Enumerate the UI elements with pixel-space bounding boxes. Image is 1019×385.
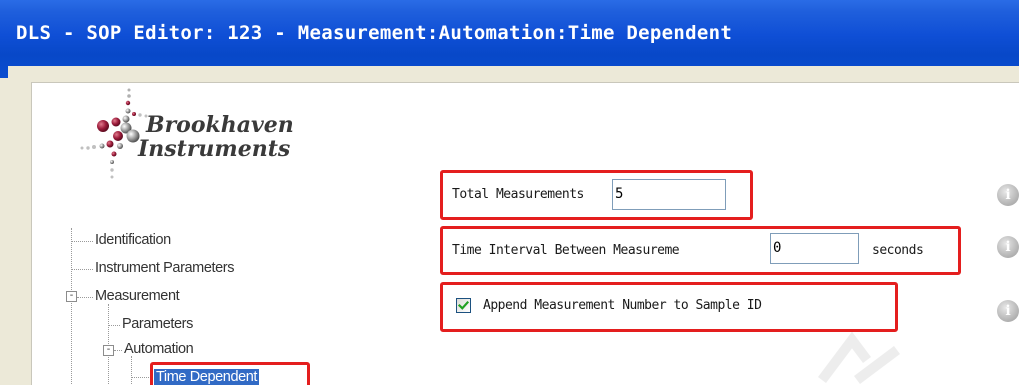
total-measurements-label: Total Measurements (452, 187, 584, 202)
tree-item-measurement[interactable]: Measurement (95, 288, 180, 304)
logo-dots-icon (80, 88, 148, 179)
logo-line-2: Instruments (138, 136, 291, 162)
tree-item-parameters[interactable]: Parameters (122, 316, 193, 332)
tree-selection-highlight (150, 362, 310, 385)
brookhaven-logo: Brookhaven Instruments (58, 86, 328, 196)
append-number-checkbox[interactable] (456, 298, 471, 313)
watermark-graphic (818, 331, 900, 384)
append-number-info-icon[interactable]: i (997, 300, 1019, 322)
collapse-automation-icon[interactable]: - (103, 345, 114, 356)
seconds-unit-label: seconds (872, 243, 924, 258)
checkmark-icon (457, 300, 470, 310)
logo-line-1: Brookhaven (146, 112, 294, 138)
time-interval-input[interactable]: 0 (770, 233, 859, 264)
time-interval-label: Time Interval Between Measureme (452, 243, 680, 258)
collapse-measurement-icon[interactable]: - (66, 291, 77, 302)
tree-item-automation[interactable]: Automation (124, 341, 194, 357)
tree-item-instrument-parameters[interactable]: Instrument Parameters (95, 260, 234, 276)
time-interval-info-icon[interactable]: i (997, 236, 1019, 258)
total-measurements-info-icon[interactable]: i (997, 184, 1019, 206)
append-number-label: Append Measurement Number to Sample ID (483, 298, 762, 313)
total-measurements-input[interactable]: 5 (612, 179, 726, 210)
tree-item-identification[interactable]: Identification (95, 232, 171, 248)
window-title: DLS - SOP Editor: 123 - Measurement:Auto… (16, 22, 733, 44)
